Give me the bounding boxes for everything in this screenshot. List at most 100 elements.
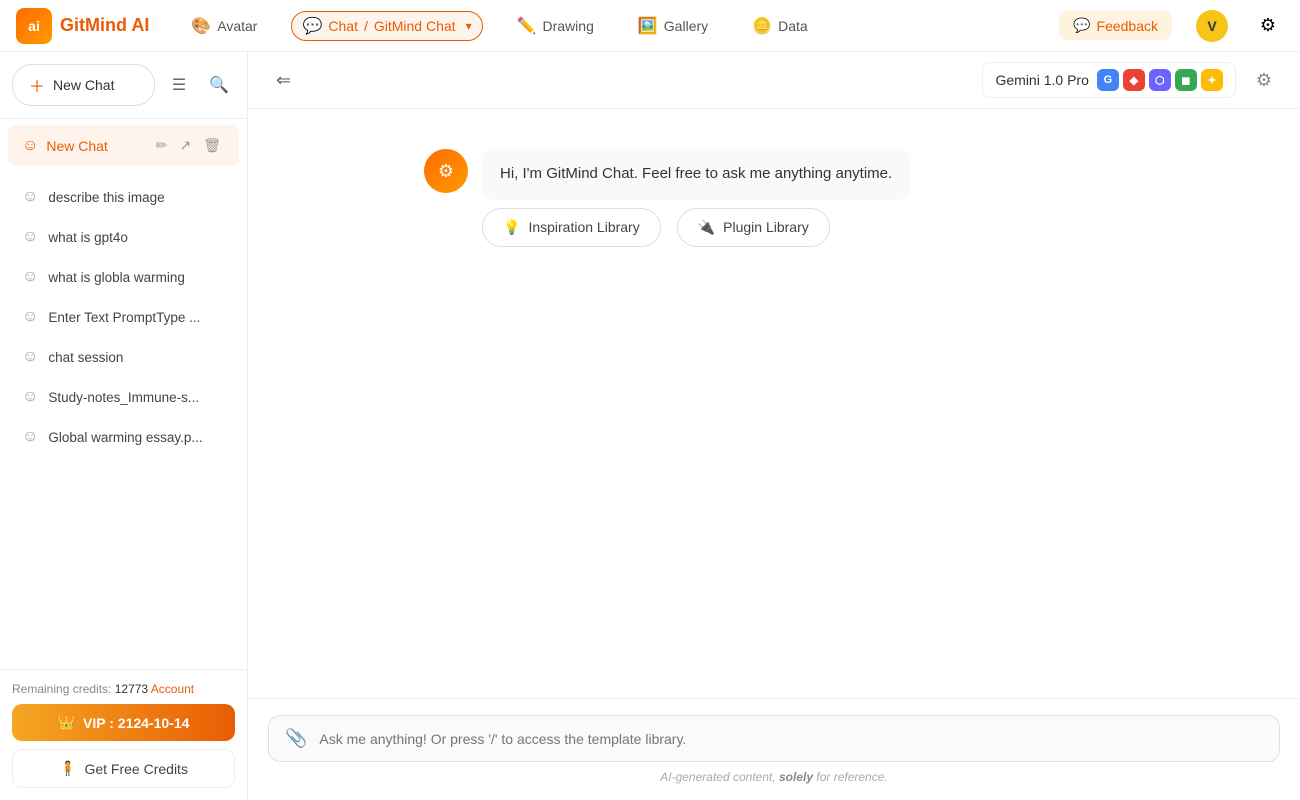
chat-item-icon: ☺	[22, 308, 38, 326]
chat-item-icon: ☺	[22, 268, 38, 286]
account-link[interactable]: Account	[151, 682, 194, 696]
model-name: Gemini 1.0 Pro	[995, 72, 1088, 88]
user-avatar[interactable]: V	[1196, 10, 1228, 42]
app-name: GitMind AI	[60, 15, 149, 36]
main-layout: ＋ New Chat ☰ 🔍 ☺ New Chat ✏ ↗ 🗑 ☺ descri…	[0, 52, 1300, 800]
nav-drawing-label: Drawing	[543, 18, 594, 34]
bot-avatar: ⚙	[424, 149, 468, 193]
nav-chat[interactable]: 💬 Chat / GitMind Chat ▾	[291, 11, 482, 41]
model-icon-claude: ⬡	[1149, 69, 1171, 91]
free-credits-button[interactable]: 🧍 Get Free Credits	[12, 749, 235, 788]
vip-button[interactable]: 👑 VIP : 2124-10-14	[12, 704, 235, 741]
user-initial: V	[1207, 18, 1216, 34]
list-item[interactable]: ☺ what is globla warming	[8, 258, 239, 296]
plugin-library-button[interactable]: 🔌 Plugin Library	[677, 208, 830, 247]
nav-gallery[interactable]: 🖼️ Gallery	[628, 12, 718, 40]
active-chat-item[interactable]: ☺ New Chat ✏ ↗ 🗑	[8, 125, 239, 166]
welcome-text-content: Hi, I'm GitMind Chat. Feel free to ask m…	[500, 165, 892, 182]
list-item[interactable]: ☺ Study-notes_Immune-s...	[8, 378, 239, 416]
chat-item-icon: ☺	[22, 228, 38, 246]
credits-prefix: Remaining credits:	[12, 682, 115, 696]
inspiration-library-button[interactable]: 💡 Inspiration Library	[482, 208, 661, 247]
chat-item-text: what is gpt4o	[48, 230, 128, 245]
chat-item-text: Study-notes_Immune-s...	[48, 390, 199, 405]
nav-avatar-label: Avatar	[217, 18, 257, 34]
logo-icon: ai	[16, 8, 52, 44]
nav-chat-sub: GitMind Chat	[374, 18, 456, 34]
app-logo[interactable]: ai GitMind AI	[16, 8, 149, 44]
list-item[interactable]: ☺ Global warming essay.p...	[8, 418, 239, 456]
feedback-label: Feedback	[1097, 18, 1158, 34]
nav-chat-label: Chat	[328, 18, 358, 34]
search-icon-button[interactable]: 🔍	[203, 69, 235, 101]
credits-amount: 12773	[115, 682, 148, 696]
nav-avatar[interactable]: 🎨 Avatar	[181, 12, 267, 40]
nav-gallery-label: Gallery	[664, 18, 708, 34]
chat-input-area: 📎 AI-generated content, solely for refer…	[248, 698, 1300, 800]
paperclip-icon: 📎	[285, 728, 307, 748]
chat-input-wrap: 📎	[268, 715, 1280, 762]
collapse-icon: ⇐	[276, 70, 291, 90]
library-buttons: 💡 Inspiration Library 🔌 Plugin Library	[482, 208, 910, 247]
plus-icon: ＋	[29, 73, 45, 97]
list-item[interactable]: ☺ chat session	[8, 338, 239, 376]
topnav: ai GitMind AI 🎨 Avatar 💬 Chat / GitMind …	[0, 0, 1300, 52]
bulb-icon: 💡	[503, 219, 520, 236]
chat-topbar: ⇐ Gemini 1.0 Pro G ◆ ⬡ ◼ ✦ ⚙	[248, 52, 1300, 109]
chat-item-text: describe this image	[48, 190, 164, 205]
crown-icon: 👑	[58, 714, 75, 731]
chat-item-text: Enter Text PromptType ...	[48, 310, 200, 325]
welcome-bubble: Hi, I'm GitMind Chat. Feel free to ask m…	[482, 149, 910, 247]
free-credits-label: Get Free Credits	[84, 761, 187, 777]
model-icon-gemini: ◆	[1123, 69, 1145, 91]
chat-settings-button[interactable]: ⚙	[1248, 66, 1280, 95]
chat-item-icon: ☺	[22, 348, 38, 366]
chat-messages: ⚙ Hi, I'm GitMind Chat. Feel free to ask…	[248, 109, 1300, 698]
person-icon: 🧍	[59, 760, 76, 777]
chat-nav-icon: 💬	[302, 16, 322, 36]
chat-item-actions: ✏ ↗ 🗑	[152, 135, 225, 156]
chat-item-icon: ☺	[22, 428, 38, 446]
list-item[interactable]: ☺ describe this image	[8, 178, 239, 216]
credits-info: Remaining credits: 12773 Account	[12, 682, 235, 696]
nav-drawing[interactable]: ✏️ Drawing	[507, 12, 604, 40]
model-icon-green: ◼	[1175, 69, 1197, 91]
share-button[interactable]: ↗	[175, 135, 195, 156]
chat-item-text: Global warming essay.p...	[48, 430, 202, 445]
nav-data-label: Data	[778, 18, 808, 34]
list-item[interactable]: ☺ what is gpt4o	[8, 218, 239, 256]
sidebar-header: ＋ New Chat ☰ 🔍	[0, 52, 247, 119]
avatar-nav-icon: 🎨	[191, 16, 211, 36]
model-icons: G ◆ ⬡ ◼ ✦	[1097, 69, 1223, 91]
feedback-icon: 💬	[1073, 17, 1090, 34]
list-icon-button[interactable]: ☰	[163, 69, 195, 101]
active-chat-icon: ☺	[22, 137, 38, 155]
feedback-button[interactable]: 💬 Feedback	[1059, 11, 1172, 40]
plugin-label: Plugin Library	[723, 219, 809, 235]
drawing-nav-icon: ✏️	[517, 16, 537, 36]
nav-sep: /	[364, 18, 368, 34]
chat-list: ☺ describe this image ☺ what is gpt4o ☺ …	[0, 172, 247, 669]
plugin-icon: 🔌	[698, 219, 715, 236]
chat-input[interactable]	[319, 731, 1263, 747]
collapse-sidebar-button[interactable]: ⇐	[268, 66, 299, 95]
welcome-text: Hi, I'm GitMind Chat. Feel free to ask m…	[482, 149, 910, 200]
data-nav-icon: 🪙	[752, 16, 772, 36]
nav-data[interactable]: 🪙 Data	[742, 12, 818, 40]
attach-button[interactable]: 📎	[285, 728, 307, 749]
list-item[interactable]: ☺ Enter Text PromptType ...	[8, 298, 239, 336]
model-icon-yellow: ✦	[1201, 69, 1223, 91]
chat-item-text: chat session	[48, 350, 123, 365]
active-chat-label: New Chat	[46, 138, 143, 154]
delete-button[interactable]: 🗑	[199, 135, 225, 156]
model-selector[interactable]: Gemini 1.0 Pro G ◆ ⬡ ◼ ✦	[982, 62, 1235, 98]
chat-area: ⇐ Gemini 1.0 Pro G ◆ ⬡ ◼ ✦ ⚙ ⚙	[248, 52, 1300, 800]
chevron-down-icon: ▾	[466, 19, 472, 33]
bot-avatar-icon: ⚙	[438, 161, 454, 182]
welcome-message: ⚙ Hi, I'm GitMind Chat. Feel free to ask…	[424, 149, 1124, 247]
disclaimer-text: AI-generated content, solely for referen…	[660, 770, 887, 784]
new-chat-button[interactable]: ＋ New Chat	[12, 64, 155, 106]
rename-button[interactable]: ✏	[152, 135, 172, 156]
chat-item-text: what is globla warming	[48, 270, 185, 285]
settings-icon[interactable]: ⚙	[1252, 10, 1284, 42]
